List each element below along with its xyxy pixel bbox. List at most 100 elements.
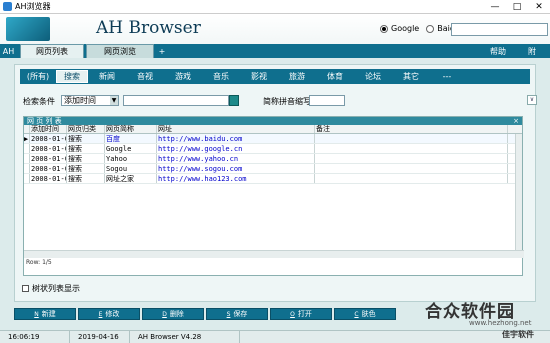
watermark-sub: 佳宇软件 bbox=[502, 330, 534, 339]
page-list-panel: (所有) 搜索 新闻 音视 游戏 音乐 影视 旅游 体育 论坛 其它 --- 检… bbox=[14, 64, 537, 302]
category-sports[interactable]: 体育 bbox=[316, 70, 354, 83]
header: AH Browser Google Baidu bbox=[0, 14, 550, 44]
tree-view-label: 树状列表显示 bbox=[32, 284, 80, 293]
search-go-button[interactable] bbox=[229, 95, 239, 106]
shortcut-key: D bbox=[162, 310, 167, 318]
cell-category: 搜索 bbox=[67, 134, 105, 143]
minimize-icon[interactable]: — bbox=[484, 0, 506, 14]
cell-category: 搜索 bbox=[67, 154, 105, 163]
tree-view-toggle[interactable]: 树状列表显示 bbox=[22, 283, 80, 294]
keyword-input[interactable] bbox=[123, 95, 229, 106]
open-button[interactable]: O 打开 bbox=[270, 308, 332, 320]
table-row[interactable]: 2008-01-0 搜索 网址之家 http://www.hao123.com bbox=[24, 174, 522, 184]
table-row[interactable]: 2008-01-0 搜索 Google http://www.google.cn bbox=[24, 144, 522, 154]
cell-note bbox=[315, 174, 508, 183]
cell-time: 2008-01-0 bbox=[31, 154, 67, 163]
horizontal-scrollbar[interactable] bbox=[24, 250, 524, 258]
category-other[interactable]: 其它 bbox=[392, 70, 430, 83]
button-label: 新建 bbox=[41, 310, 56, 318]
tree-view-checkbox[interactable] bbox=[22, 285, 29, 292]
shortcut-key: C bbox=[354, 310, 359, 318]
category-movies[interactable]: 影视 bbox=[240, 70, 278, 83]
expand-icon[interactable]: ∨ bbox=[527, 95, 537, 105]
save-button[interactable]: S 保存 bbox=[206, 308, 268, 320]
chevron-down-icon[interactable]: ▼ bbox=[110, 96, 118, 105]
cell-name: 网址之家 bbox=[105, 174, 157, 183]
button-label: 修改 bbox=[105, 310, 120, 318]
cell-url[interactable]: http://www.yahoo.cn bbox=[157, 154, 315, 163]
filter-row: 检索条件 添加时间 ▼ 简称拼音缩写 ∨ bbox=[23, 95, 537, 107]
title-bar: AH浏览器 — □ ✕ bbox=[0, 0, 550, 14]
close-tab-button[interactable]: 附 bbox=[520, 44, 544, 58]
shortcut-key: O bbox=[290, 310, 295, 318]
logo-icon bbox=[6, 17, 50, 41]
table-row[interactable]: 2008-01-0 搜索 Sogou http://www.sogou.com bbox=[24, 164, 522, 174]
shortcut-key: E bbox=[98, 310, 103, 318]
table-row[interactable]: ▶ 2008-01-0 搜索 百度 http://www.baidu.com bbox=[24, 134, 522, 144]
action-toolbar: N 新建 E 修改 D 删除 S 保存 O 打开 C 肤色 bbox=[14, 308, 396, 320]
google-label[interactable]: Google bbox=[391, 24, 419, 33]
category-all[interactable]: (所有) bbox=[20, 70, 56, 83]
window-title: AH浏览器 bbox=[15, 2, 51, 11]
app-icon bbox=[3, 2, 12, 11]
window-controls: — □ ✕ bbox=[484, 0, 550, 14]
cell-time: 2008-01-0 bbox=[31, 144, 67, 153]
cell-category: 搜索 bbox=[67, 164, 105, 173]
cell-name: 百度 bbox=[105, 134, 157, 143]
edit-button[interactable]: E 修改 bbox=[78, 308, 140, 320]
status-version: AH Browser V4.28 bbox=[130, 330, 240, 343]
cell-url[interactable]: http://www.sogou.com bbox=[157, 164, 315, 173]
category-more[interactable]: --- bbox=[430, 70, 464, 83]
close-icon[interactable]: ✕ bbox=[528, 0, 550, 14]
category-search[interactable]: 搜索 bbox=[56, 70, 88, 83]
table-row[interactable]: 2008-01-0 搜索 Yahoo http://www.yahoo.cn bbox=[24, 154, 522, 164]
add-tab-button[interactable]: + bbox=[156, 44, 168, 58]
cell-name: Sogou bbox=[105, 164, 157, 173]
category-forum[interactable]: 论坛 bbox=[354, 70, 392, 83]
column-header-name[interactable]: 网页简称 bbox=[105, 125, 157, 133]
status-date: 2019-04-16 bbox=[70, 330, 130, 343]
category-games[interactable]: 游戏 bbox=[164, 70, 202, 83]
vertical-scrollbar[interactable] bbox=[515, 134, 522, 250]
abbr-input[interactable] bbox=[309, 95, 345, 106]
column-header-url[interactable]: 网址 bbox=[157, 125, 315, 133]
category-travel[interactable]: 旅游 bbox=[278, 70, 316, 83]
baidu-radio[interactable] bbox=[426, 24, 435, 33]
cell-time: 2008-01-0 bbox=[31, 164, 67, 173]
google-radio[interactable] bbox=[380, 24, 388, 33]
new-button[interactable]: N 新建 bbox=[14, 308, 76, 320]
grid-header: 添加时间 网页归类 网页简称 网址 备注 bbox=[24, 125, 522, 134]
category-media[interactable]: 音视 bbox=[126, 70, 164, 83]
category-music[interactable]: 音乐 bbox=[202, 70, 240, 83]
button-label: 保存 bbox=[233, 310, 248, 318]
column-header-note[interactable]: 备注 bbox=[315, 125, 508, 133]
page-grid: 网 页 列 表 × 添加时间 网页归类 网页简称 网址 备注 ▶ 2008-01… bbox=[23, 116, 524, 276]
cell-note bbox=[315, 164, 508, 173]
cell-note bbox=[315, 144, 508, 153]
filter-select[interactable]: 添加时间 ▼ bbox=[61, 95, 119, 106]
status-time: 16:06:19 bbox=[0, 330, 70, 343]
help-button[interactable]: 帮助 bbox=[482, 44, 514, 58]
cell-note bbox=[315, 154, 508, 163]
column-header-time[interactable]: 添加时间 bbox=[30, 125, 67, 133]
tab-page-browse[interactable]: 网页浏览 bbox=[86, 44, 154, 58]
column-header-category[interactable]: 网页归类 bbox=[67, 125, 105, 133]
skin-button[interactable]: C 肤色 bbox=[334, 308, 396, 320]
cell-url[interactable]: http://www.hao123.com bbox=[157, 174, 315, 183]
grid-caption: 网 页 列 表 × bbox=[24, 117, 522, 125]
cell-url[interactable]: http://www.google.cn bbox=[157, 144, 315, 153]
category-news[interactable]: 新闻 bbox=[88, 70, 126, 83]
maximize-icon[interactable]: □ bbox=[506, 0, 528, 14]
menu-ah[interactable]: AH bbox=[0, 44, 17, 58]
delete-button[interactable]: D 删除 bbox=[142, 308, 204, 320]
menu-bar: AH 网页列表 网页浏览 + 帮助 附 bbox=[0, 44, 550, 58]
button-label: 肤色 bbox=[361, 310, 376, 318]
watermark: 合众软件园 www.hezhong.net 佳宇软件 bbox=[425, 297, 550, 341]
tab-page-list[interactable]: 网页列表 bbox=[20, 44, 84, 58]
cell-category: 搜索 bbox=[67, 144, 105, 153]
cell-url[interactable]: http://www.baidu.com bbox=[157, 134, 315, 143]
cell-name: Yahoo bbox=[105, 154, 157, 163]
filter-select-value: 添加时间 bbox=[64, 96, 96, 105]
web-search-input[interactable] bbox=[451, 23, 548, 36]
grid-close-icon[interactable]: × bbox=[513, 117, 519, 125]
